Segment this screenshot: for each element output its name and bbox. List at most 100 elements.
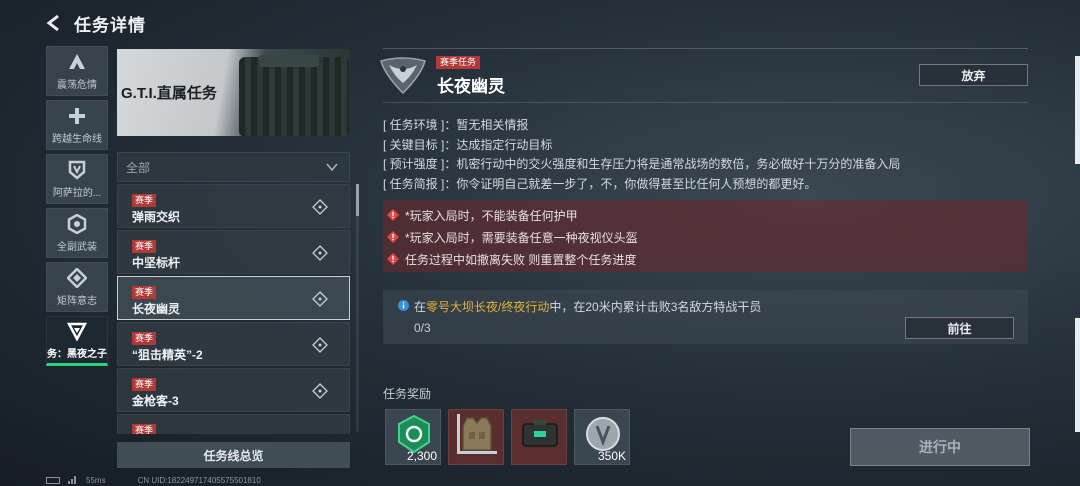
category-item[interactable]: 震荡危情 — [46, 46, 108, 96]
mission-title: 长夜幽灵 — [437, 77, 505, 96]
objective-suffix: 中，在20米内累计击败3名敌方特战干员 — [549, 300, 762, 314]
crosshair-icon — [312, 199, 328, 215]
chevron-down-icon — [326, 163, 338, 172]
rewards-list: 2,300 350K — [385, 409, 630, 465]
category-label: 阿萨拉的... — [52, 187, 102, 199]
reward-item[interactable]: 350K — [574, 409, 630, 465]
task-line-banner: G.T.I.直属任务 — [117, 49, 350, 136]
info-environment: [ 任务环境 ]：暂无相关情报 — [383, 118, 529, 132]
reward-qty: 2,300 — [406, 449, 437, 463]
warning-line: *玩家入局时，需要装备任意一种夜视仪头盔 — [387, 226, 1028, 248]
crosshair-icon — [312, 383, 328, 399]
task-list-scrollbar[interactable] — [356, 184, 359, 432]
corner-mark-icon — [457, 414, 497, 454]
warning-box: *玩家入局时，不能装备任何护甲 *玩家入局时，需要装备任意一种夜视仪头盔 任务过… — [383, 200, 1028, 272]
task-name: 弹雨交织 — [132, 210, 181, 224]
season-tag: 赛季 — [132, 424, 157, 434]
status-bar: 55ms CN UID:18224971740557550181​0 — [46, 474, 261, 486]
category-label: 矩阵意志 — [57, 295, 97, 307]
category-item[interactable]: 跨越生命线 — [46, 100, 108, 150]
objective-prefix: 在 — [414, 300, 427, 314]
task-name: “狙击精英”-2 — [132, 348, 203, 362]
shield-icon — [68, 160, 86, 180]
task-row[interactable]: 赛季 弹雨交织 — [117, 184, 350, 228]
warning-diamond-icon — [387, 231, 399, 243]
category-rail: 震荡危情 跨越生命线 阿萨拉的... 全副武装 矩阵意志 务：黑夜之子 — [46, 46, 108, 370]
divider — [383, 48, 1028, 49]
v-shield-icon — [67, 322, 87, 341]
triangle-a-icon — [69, 53, 85, 69]
page-title: 任务详情 — [74, 15, 146, 35]
warning-diamond-icon — [387, 253, 399, 265]
objective-map-highlight: 零号大坝长夜/终夜行动 — [426, 300, 550, 314]
filter-dropdown[interactable]: 全部 — [117, 152, 350, 182]
category-label: 震荡危情 — [57, 79, 97, 91]
task-row[interactable]: 赛季 “狙击精英”-2 — [117, 322, 350, 366]
battery-icon — [46, 476, 60, 484]
supply-case-icon — [522, 420, 558, 447]
season-tag: 赛季 — [132, 332, 157, 345]
warning-diamond-icon — [387, 209, 399, 221]
back-arrow-icon[interactable] — [44, 13, 64, 33]
task-row[interactable]: 赛季 中坚标杆 — [117, 230, 350, 274]
hexagon-icon — [67, 213, 87, 234]
warning-line: 任务过程中如撤离失败 则重置整个任务进度 — [387, 248, 1028, 270]
rewards-label: 任务奖励 — [383, 387, 432, 401]
coin-icon — [586, 417, 620, 451]
ping-text: 55ms — [86, 475, 106, 485]
category-label: 务：黑夜之子 — [47, 348, 107, 360]
filter-label: 全部 — [126, 160, 151, 175]
banner-title: G.T.I.直属任务 — [121, 85, 217, 102]
season-tag: 赛季 — [132, 286, 157, 299]
task-line-overview-button[interactable]: 任务线总览 — [117, 442, 350, 468]
side-edge-panel — [1075, 56, 1080, 164]
warning-text: *玩家入局时，需要装备任意一种夜视仪头盔 — [405, 230, 638, 245]
season-tag: 赛季 — [132, 240, 157, 253]
warning-text: 任务过程中如撤离失败 则重置整个任务进度 — [405, 252, 637, 267]
objective-progress: 0/3 — [414, 321, 431, 335]
info-intensity: [ 预计强度 ]：机密行动中的交火强度和生存压力将是通常战场的数倍，务必做好十万… — [383, 157, 901, 171]
reward-qty: 350K — [597, 449, 626, 463]
divider — [383, 102, 1028, 103]
diamond-icon — [67, 267, 87, 288]
task-name: 金枪客-3 — [132, 394, 179, 408]
reward-item[interactable]: 2,300 — [385, 409, 441, 465]
side-edge-panel — [1075, 318, 1080, 432]
info-briefing: [ 任务简报 ]：你令证明自己就差一步了，不，你做得甚至比任何人预想的都更好。 — [383, 176, 817, 191]
warning-text: *玩家入局时，不能装备任何护甲 — [405, 208, 578, 223]
category-item[interactable]: 全副武装 — [46, 208, 108, 258]
objective-text: 在零号大坝长夜/终夜行动中，在20米内累计击败3名敌方特战干员 — [414, 298, 761, 315]
header: 任务详情 — [44, 8, 146, 38]
xp-badge-icon — [398, 414, 430, 454]
supply-case-image — [239, 55, 349, 136]
crosshair-icon — [312, 291, 328, 307]
abandon-button[interactable]: 放弃 — [919, 64, 1028, 86]
uid-text: CN UID:18224971740557550181​0 — [137, 475, 261, 485]
task-row[interactable]: 赛季 — [117, 414, 350, 434]
goto-button[interactable]: 前往 — [905, 317, 1014, 339]
eagle-emblem-icon — [380, 57, 426, 95]
objective-box: 在零号大坝长夜/终夜行动中，在20米内累计击败3名敌方特战干员 0/3 前往 — [383, 290, 1028, 344]
warning-line: *玩家入局时，不能装备任何护甲 — [387, 204, 1028, 226]
category-item[interactable]: 阿萨拉的... — [46, 154, 108, 204]
reward-item[interactable] — [511, 409, 567, 465]
category-item-active[interactable]: 务：黑夜之子 — [46, 316, 108, 366]
task-row[interactable]: 赛季 金枪客-3 — [117, 368, 350, 412]
season-tag: 赛季 — [132, 378, 157, 391]
task-list-scroll-thumb[interactable] — [356, 184, 359, 216]
category-item[interactable]: 矩阵意志 — [46, 262, 108, 312]
in-progress-button[interactable]: 进行中 — [850, 428, 1030, 466]
cross-icon — [69, 107, 85, 124]
task-row-selected[interactable]: 赛季 长夜幽灵 — [117, 276, 350, 320]
info-icon — [398, 300, 409, 311]
mission-info: [ 任务环境 ]：暂无相关情报 [ 关键目标 ]：达成指定行动目标 [ 预计强度… — [383, 116, 1028, 194]
signal-icon — [68, 476, 76, 484]
crosshair-icon — [312, 245, 328, 261]
reward-item[interactable] — [448, 409, 504, 465]
crosshair-icon — [312, 337, 328, 353]
season-task-tag: 赛季任务 — [436, 56, 481, 69]
task-list: 赛季 弹雨交织 赛季 中坚标杆 赛季 长夜幽灵 赛季 “狙击精英”-2 赛季 金… — [117, 184, 350, 434]
category-label: 跨越生命线 — [52, 133, 102, 145]
task-name: 长夜幽灵 — [132, 302, 181, 316]
season-tag: 赛季 — [132, 194, 157, 207]
